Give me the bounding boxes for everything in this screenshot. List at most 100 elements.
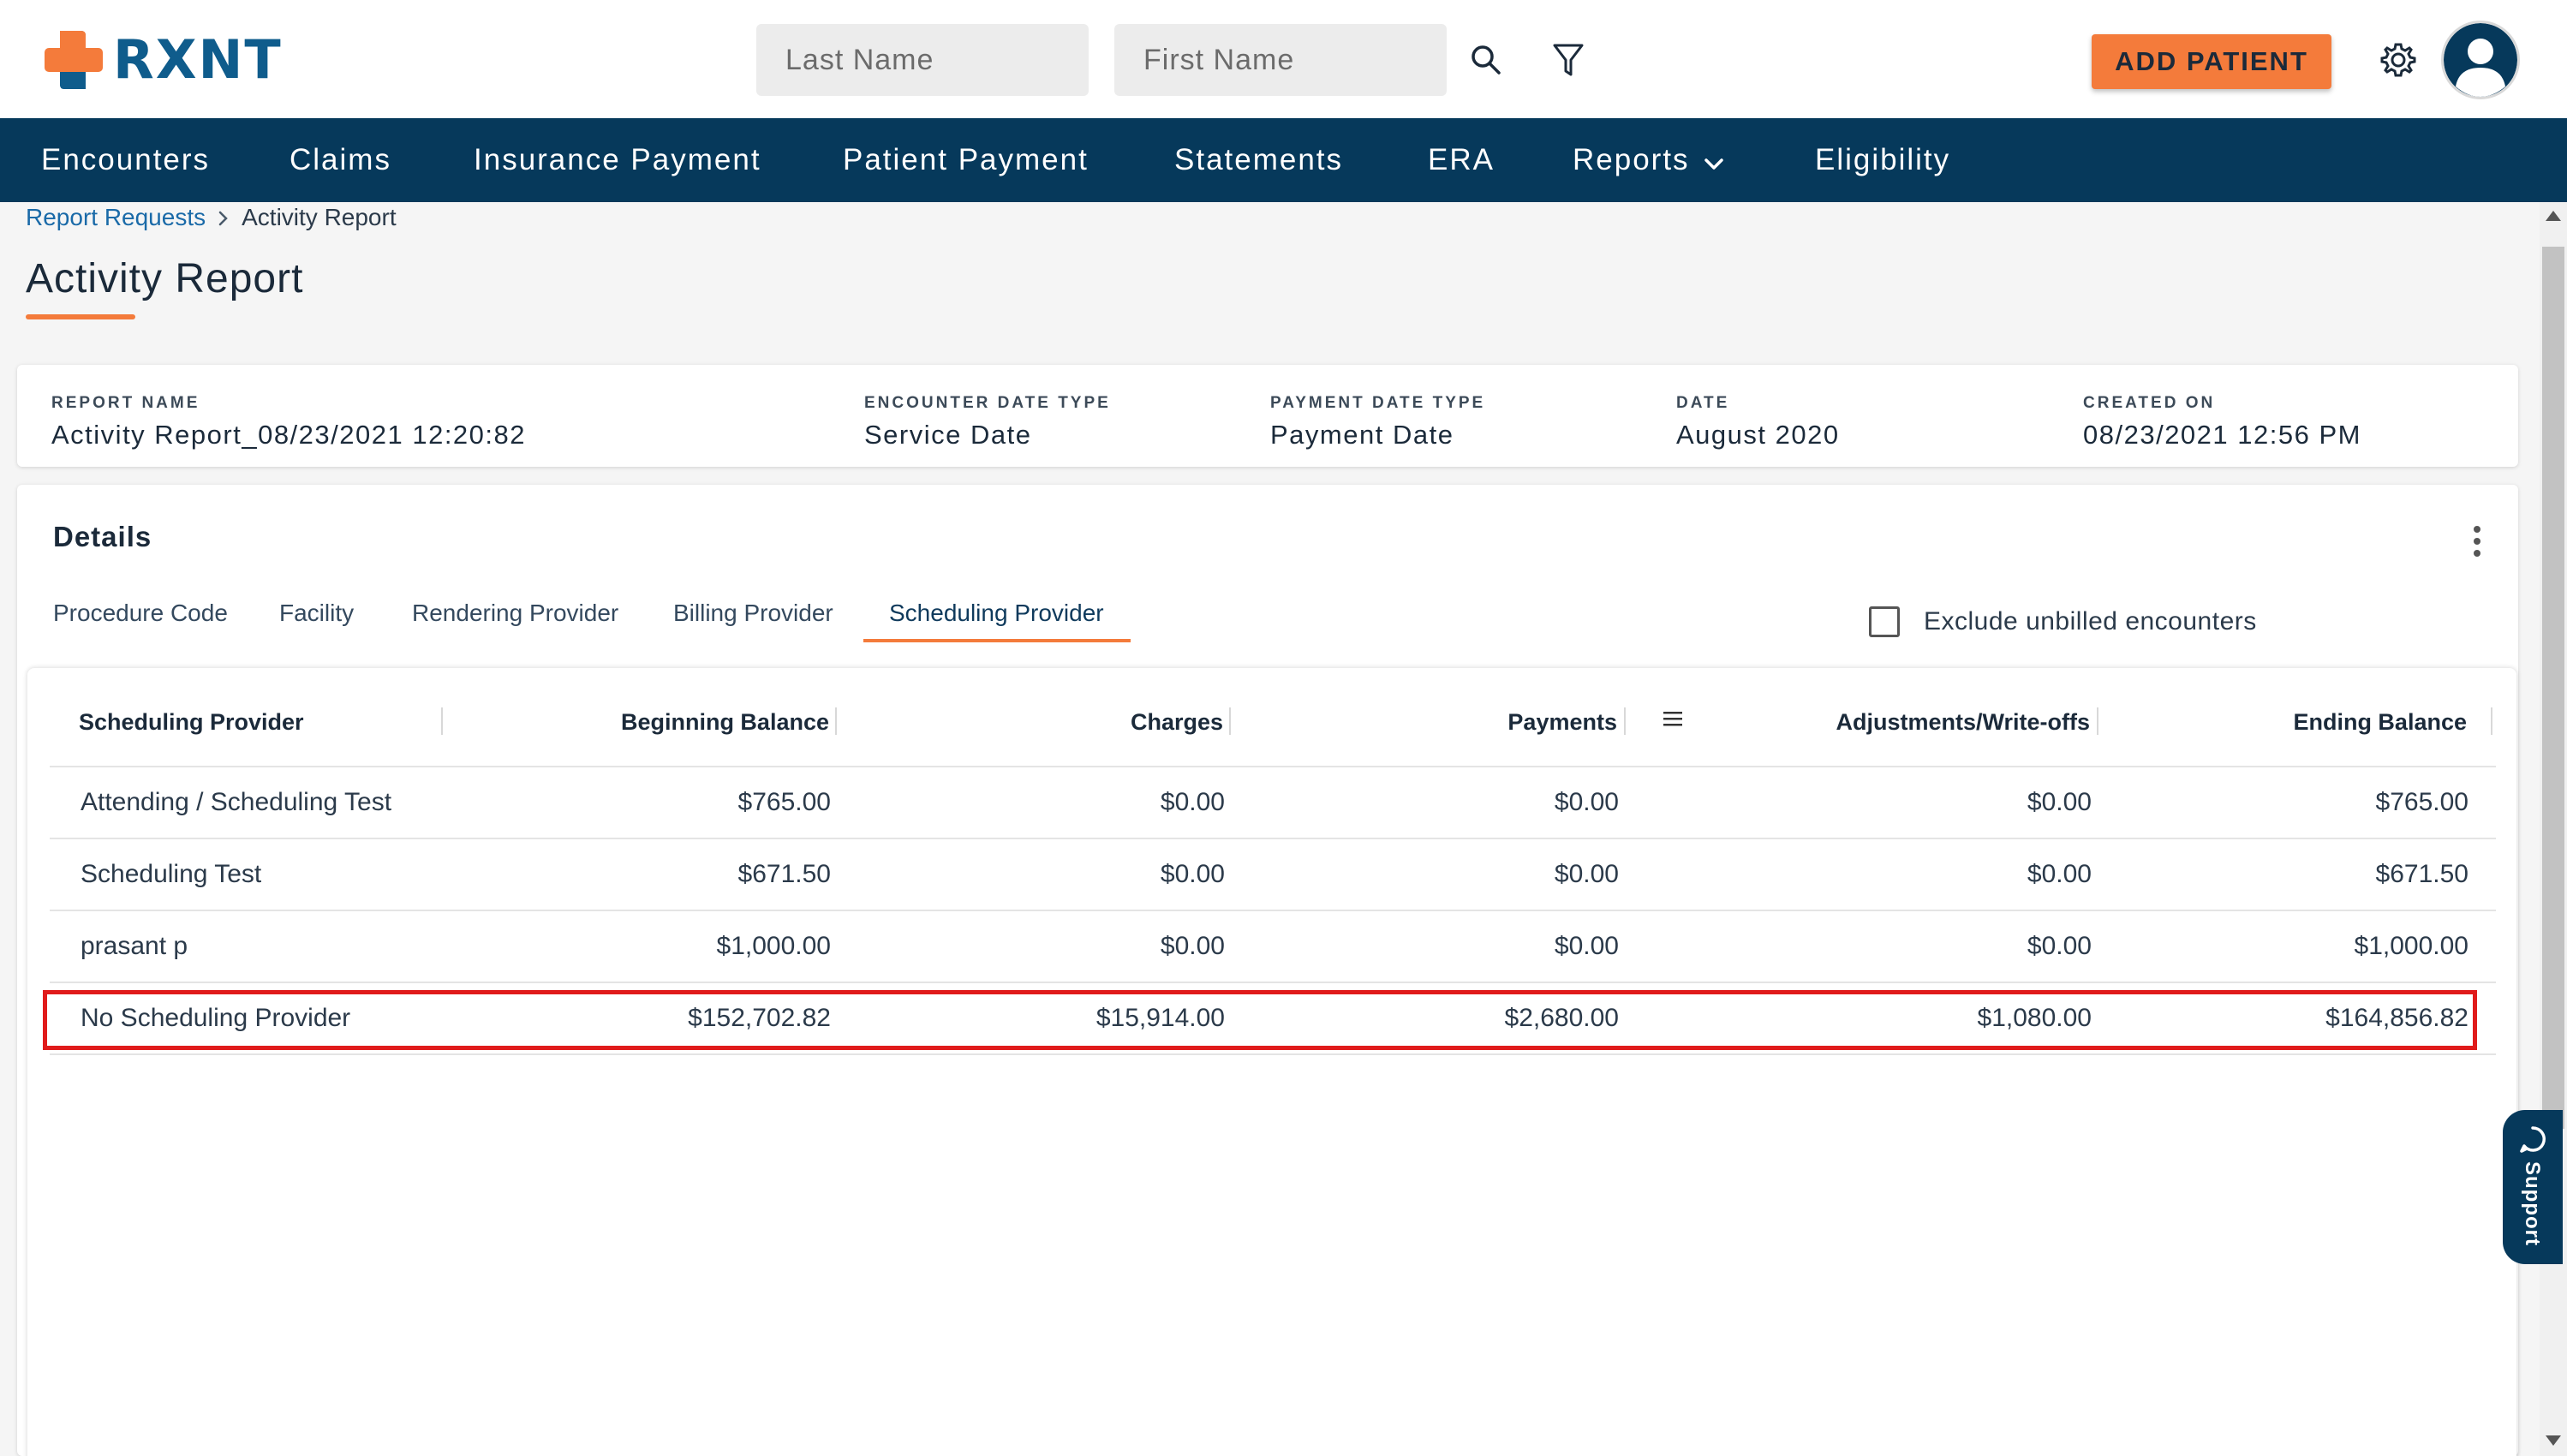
table-row[interactable]: prasant p $1,000.00 $0.00 $0.00 $0.00 $1… — [50, 911, 2496, 982]
column-divider[interactable] — [2097, 707, 2098, 735]
cell-payments: $2,680.00 — [1504, 1004, 1619, 1032]
tab-rendering-provider[interactable]: Rendering Provider — [412, 600, 618, 627]
column-divider[interactable] — [1624, 707, 1626, 735]
column-divider[interactable] — [441, 707, 443, 735]
page-scrollbar[interactable] — [2540, 202, 2567, 1456]
summary-date: DATE August 2020 — [1676, 394, 1840, 451]
rxnt-logo[interactable]: RXNT — [41, 26, 283, 94]
gear-icon[interactable] — [2373, 34, 2424, 86]
col-header-adjustments[interactable]: Adjustments/Write-offs — [1836, 709, 2090, 736]
cell-ending-balance: $671.50 — [2375, 860, 2468, 888]
nav-eligibility[interactable]: Eligibility — [1815, 118, 1950, 202]
summary-value: Service Date — [864, 420, 1032, 450]
filter-icon[interactable] — [1543, 34, 1594, 86]
tab-procedure-code[interactable]: Procedure Code — [53, 600, 228, 627]
support-label: Support — [2521, 1161, 2544, 1246]
cell-charges: $0.00 — [1160, 932, 1225, 960]
breadcrumb: Report Requests Activity Report — [26, 200, 397, 236]
cell-adjustments: $1,080.00 — [1977, 1004, 2092, 1032]
cell-adjustments: $0.00 — [2027, 932, 2092, 960]
summary-report-name: REPORT NAME Activity Report_08/23/2021 1… — [51, 394, 526, 451]
cell-adjustments: $0.00 — [2027, 860, 2092, 888]
cell-provider: Attending / Scheduling Test — [81, 788, 392, 816]
summary-label: ENCOUNTER DATE TYPE — [864, 394, 1111, 412]
row-divider — [50, 1053, 2496, 1055]
summary-label: PAYMENT DATE TYPE — [1270, 394, 1486, 412]
details-title: Details — [53, 521, 152, 552]
summary-label: DATE — [1676, 394, 1730, 412]
cell-adjustments: $0.00 — [2027, 788, 2092, 816]
column-divider[interactable] — [1229, 707, 1231, 735]
summary-value: 08/23/2021 12:56 PM — [2083, 420, 2361, 450]
column-menu-icon[interactable] — [1663, 711, 1689, 731]
column-divider[interactable] — [835, 707, 837, 735]
nav-reports-label: Reports — [1573, 143, 1690, 176]
nav-era[interactable]: ERA — [1428, 118, 1495, 202]
cell-provider: No Scheduling Provider — [81, 1004, 351, 1032]
col-header-beginning-balance[interactable]: Beginning Balance — [621, 709, 829, 736]
col-header-ending-balance[interactable]: Ending Balance — [2293, 709, 2467, 736]
summary-label: CREATED ON — [2083, 394, 2216, 412]
nav-insurance-payment[interactable]: Insurance Payment — [474, 118, 761, 202]
cell-payments: $0.00 — [1554, 932, 1619, 960]
summary-payment-date-type: PAYMENT DATE TYPE Payment Date — [1270, 394, 1485, 451]
table-row[interactable]: No Scheduling Provider $152,702.82 $15,9… — [50, 983, 2496, 1053]
scroll-thumb[interactable] — [2542, 247, 2564, 1129]
details-card: Details Procedure Code Facility Renderin… — [17, 485, 2518, 1456]
cell-beginning-balance: $671.50 — [737, 860, 831, 888]
kebab-menu-icon[interactable] — [2467, 524, 2487, 558]
nav-encounters[interactable]: Encounters — [41, 118, 210, 202]
page-title: Activity Report — [26, 256, 304, 301]
cell-payments: $0.00 — [1554, 788, 1619, 816]
active-tab-indicator — [863, 639, 1131, 642]
cell-beginning-balance: $152,702.82 — [688, 1004, 831, 1032]
cell-charges: $0.00 — [1160, 788, 1225, 816]
cell-beginning-balance: $765.00 — [737, 788, 831, 816]
top-header: RXNT ADD PATIENT — [0, 0, 2567, 118]
cell-beginning-balance: $1,000.00 — [716, 932, 831, 960]
nav-statements[interactable]: Statements — [1174, 118, 1343, 202]
first-name-input[interactable] — [1114, 24, 1447, 96]
col-header-payments[interactable]: Payments — [1507, 709, 1617, 736]
summary-value: Payment Date — [1270, 420, 1454, 450]
chevron-right-icon — [218, 202, 230, 236]
cell-charges: $15,914.00 — [1095, 1004, 1225, 1032]
report-table: Scheduling Provider Beginning Balance Ch… — [27, 668, 2516, 1456]
exclude-unbilled-label: Exclude unbilled encounters — [1924, 607, 2257, 636]
tab-scheduling-provider[interactable]: Scheduling Provider — [889, 600, 1104, 627]
summary-encounter-date-type: ENCOUNTER DATE TYPE Service Date — [864, 394, 1111, 451]
cell-provider: Scheduling Test — [81, 860, 262, 888]
cell-charges: $0.00 — [1160, 860, 1225, 888]
user-avatar-icon[interactable] — [2441, 21, 2520, 99]
column-divider[interactable] — [2491, 707, 2492, 735]
summary-value: Activity Report_08/23/2021 12:20:82 — [51, 420, 527, 450]
report-summary-card: REPORT NAME Activity Report_08/23/2021 1… — [17, 365, 2518, 467]
col-header-scheduling-provider[interactable]: Scheduling Provider — [79, 709, 304, 736]
logo-text: RXNT — [113, 28, 283, 91]
table-row[interactable]: Scheduling Test $671.50 $0.00 $0.00 $0.0… — [50, 839, 2496, 910]
add-patient-button[interactable]: ADD PATIENT — [2092, 34, 2331, 89]
nav-reports[interactable]: Reports — [1573, 118, 1724, 202]
title-underline — [26, 314, 135, 319]
nav-claims[interactable]: Claims — [290, 118, 391, 202]
cell-ending-balance: $1,000.00 — [2354, 932, 2468, 960]
last-name-input[interactable] — [756, 24, 1089, 96]
col-header-charges[interactable]: Charges — [1131, 709, 1223, 736]
scroll-down-arrow-icon[interactable] — [2546, 1435, 2561, 1446]
summary-created-on: CREATED ON 08/23/2021 12:56 PM — [2083, 394, 2361, 451]
table-row[interactable]: Attending / Scheduling Test $765.00 $0.0… — [50, 767, 2496, 838]
exclude-unbilled-checkbox[interactable] — [1869, 606, 1900, 637]
breadcrumb-report-requests[interactable]: Report Requests — [26, 204, 206, 230]
nav-patient-payment[interactable]: Patient Payment — [843, 118, 1089, 202]
tab-facility[interactable]: Facility — [279, 600, 354, 627]
search-icon[interactable] — [1460, 34, 1512, 86]
cell-provider: prasant p — [81, 932, 188, 960]
support-chat-icon — [2520, 1126, 2546, 1153]
scroll-up-arrow-icon[interactable] — [2546, 211, 2561, 221]
tab-billing-provider[interactable]: Billing Provider — [673, 600, 833, 627]
support-button[interactable]: Support — [2503, 1110, 2563, 1264]
chevron-down-icon — [1704, 120, 1724, 204]
exclude-unbilled-toggle[interactable]: Exclude unbilled encounters — [1869, 606, 2257, 637]
breadcrumb-current: Activity Report — [242, 204, 397, 230]
cell-ending-balance: $765.00 — [2375, 788, 2468, 816]
